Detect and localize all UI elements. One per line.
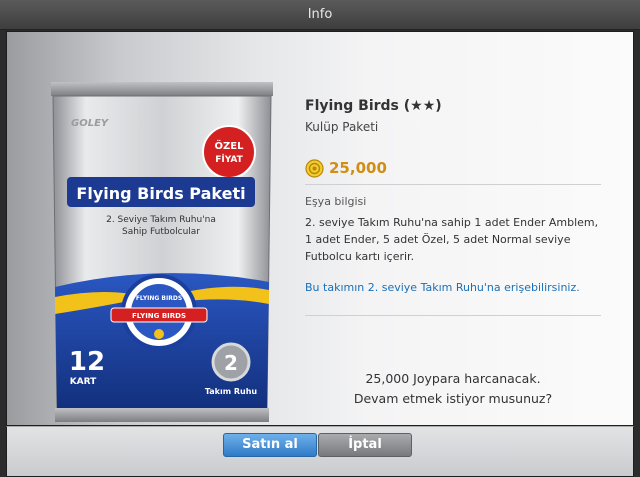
dialog-footer: Satın al İptal [6, 426, 634, 477]
confirmation-text: 25,000 Joypara harcanacak. Devam etmek i… [305, 369, 601, 409]
pack-title: Flying Birds Paketi [76, 184, 245, 203]
svg-text:Takım Ruhu: Takım Ruhu [205, 387, 258, 396]
coin-icon [305, 159, 324, 178]
svg-text:FLYING BIRDS: FLYING BIRDS [136, 295, 182, 302]
card-count: 12 [69, 347, 105, 377]
svg-text:2. Seviye Takım Ruhu'na: 2. Seviye Takım Ruhu'na [106, 215, 216, 225]
cancel-button[interactable]: İptal [318, 433, 412, 457]
svg-text:FLYING BIRDS: FLYING BIRDS [132, 312, 186, 320]
pack-brand: GOLEY [71, 118, 110, 129]
item-name: Flying Birds (★★) [305, 98, 442, 114]
dialog-title: Info [0, 0, 640, 30]
svg-text:Sahip Futbolcular: Sahip Futbolcular [122, 227, 200, 237]
buy-button[interactable]: Satın al [223, 433, 317, 457]
svg-text:KART: KART [70, 377, 97, 387]
svg-text:ÖZEL: ÖZEL [215, 138, 245, 152]
item-price: 25,000 [329, 159, 387, 177]
card-pack-graphic: GOLEY ÖZEL FİYAT Flying Birds Paketi 2. … [51, 82, 273, 422]
pack-top-crimp [51, 82, 273, 96]
special-price-badge [202, 125, 256, 179]
confirmation-line-2: Devam etmek istiyor musunuz? [353, 391, 553, 406]
svg-text:2: 2 [224, 351, 238, 375]
pack-bottom-crimp [55, 408, 269, 422]
info-dialog: Info GOLEY ÖZEL FİYAT Flying Birds Paket… [0, 0, 640, 477]
divider [305, 315, 601, 316]
svg-text:FİYAT: FİYAT [215, 154, 243, 165]
item-description: 2. seviye Takım Ruhu'na sahip 1 adet End… [305, 216, 599, 263]
info-heading: Eşya bilgisi [305, 195, 367, 208]
content-panel: GOLEY ÖZEL FİYAT Flying Birds Paketi 2. … [6, 31, 634, 426]
item-category: Kulüp Paketi [305, 120, 379, 134]
card-pack-image: GOLEY ÖZEL FİYAT Flying Birds Paketi 2. … [47, 82, 277, 422]
access-note: Bu takımın 2. seviye Takım Ruhu'na erişe… [305, 281, 580, 294]
confirmation-line-1: 25,000 Joypara harcanacak. [365, 371, 541, 386]
divider [305, 184, 601, 185]
